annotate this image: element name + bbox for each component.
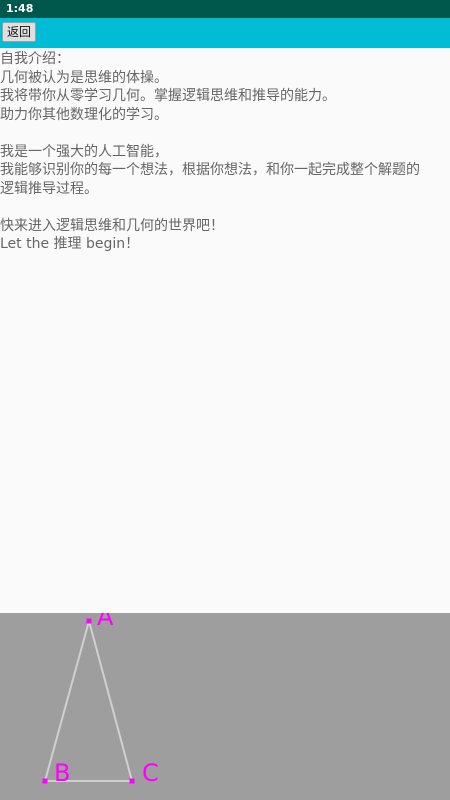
intro-line: 助力你其他数理化的学习。 <box>0 106 168 123</box>
side-ca <box>88 620 133 782</box>
status-time: 1:48 <box>6 2 34 15</box>
intro-blank-line <box>0 124 450 143</box>
point-c[interactable] <box>129 778 135 784</box>
intro-line: 逻辑推导过程。 <box>0 180 98 197</box>
intro-line: 我是一个强大的人工智能， <box>0 143 168 160</box>
geometry-canvas[interactable]: A B C <box>0 613 450 800</box>
status-bar: 1:48 <box>0 0 450 18</box>
point-b[interactable] <box>42 778 48 784</box>
intro-line: 自我介绍： <box>0 51 70 67</box>
point-b-label: B <box>54 759 70 787</box>
intro-line: 快来进入逻辑思维和几何的世界吧！ <box>0 217 224 234</box>
triangle-sides <box>44 620 133 782</box>
back-button[interactable]: 返回 <box>2 22 37 42</box>
point-a[interactable] <box>86 618 92 624</box>
point-c-label: C <box>142 759 159 787</box>
app-bar: 返回 <box>0 18 450 48</box>
point-a-label: A <box>97 613 114 631</box>
triangle-drawing: A B C <box>42 613 159 787</box>
intro-line: 几何被认为是思维的体操。 <box>0 69 168 86</box>
side-ab <box>44 620 90 782</box>
intro-line: Let the 推理 begin！ <box>0 236 140 252</box>
intro-blank-line <box>0 198 450 217</box>
intro-line: 我将带你从零学习几何。掌握逻辑思维和推导的能力。 <box>0 88 336 104</box>
intro-text: 自我介绍： 几何被认为是思维的体操。 我将带你从零学习几何。掌握逻辑思维和推导的… <box>0 50 450 254</box>
intro-line: 我能够识别你的每一个想法，根据你想法，和你一起完成整个解题的 <box>0 162 420 178</box>
